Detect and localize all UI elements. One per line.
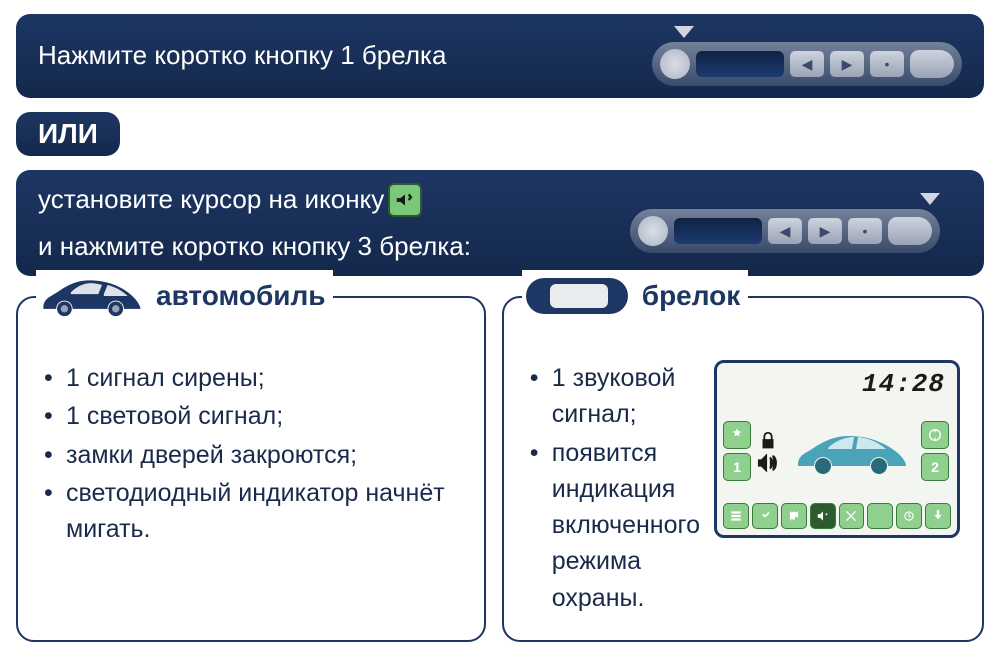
pointer-down-icon [674,26,694,38]
list-item: появится индикация включенного режима ох… [530,435,700,616]
lcd-bottom-icon [781,503,807,529]
remote-diagram-2: ◀ ▶ • [630,193,962,253]
remote-button-end [910,50,954,78]
lcd-time: 14:28 [723,369,951,399]
remote-fob-illustration: ◀ ▶ • [652,42,962,86]
card-title-keyfob: брелок [642,280,741,312]
lcd-icon-num1: 1 [723,453,751,481]
remote-button-right: ▶ [808,218,842,244]
lcd-icon-num2: 2 [921,453,949,481]
car-icon [36,270,146,322]
remote-button-1 [660,49,690,79]
pointer-down-icon [920,193,940,205]
remote-button-right: ▶ [830,51,864,77]
remote-lcd-slot [696,51,784,77]
card-title-automobile: автомобиль [156,280,325,312]
remote-fob-illustration: ◀ ▶ • [630,209,940,253]
card-automobile: автомобиль 1 сигнал сирены; 1 световой с… [16,296,486,642]
or-separator: ИЛИ [16,112,120,156]
bar2-line2: и нажмите коротко кнопку 3 брелка: [38,229,471,264]
bar2-line1a: установите курсор на иконку [38,182,384,217]
lcd-bottom-icon [752,503,778,529]
lcd-bottom-icon [896,503,922,529]
lcd-bottom-icon-active [810,503,836,529]
list-item: 1 сигнал сирены; [44,360,462,396]
remote-lcd-slot [674,218,762,244]
lcd-car-graphic [787,424,917,479]
keyfob-icon [522,270,632,322]
list-item: светодиодный индикатор начнёт мигать. [44,475,462,548]
instruction-bar-2: установите курсор на иконку и нажмите ко… [16,170,984,276]
lcd-icon-engine [921,421,949,449]
remote-button-dot: • [870,51,904,77]
fob-list: 1 звуковой сигнал; появится индикация вк… [526,360,700,616]
instruction-bar-1: Нажмите коротко кнопку 1 брелка ◀ ▶ • [16,14,984,98]
lcd-mid-row: 1 [723,403,951,499]
bar1-text: Нажмите коротко кнопку 1 брелка [38,38,446,73]
card-keyfob: брелок 1 звуковой сигнал; появится индик… [502,296,984,642]
bar2-text: установите курсор на иконку и нажмите ко… [38,182,630,264]
car-list: 1 сигнал сирены; 1 световой сигнал; замк… [40,360,462,547]
card-head-keyfob: брелок [522,270,749,322]
lcd-bottom-icon [867,503,893,529]
remote-button-end [888,217,932,245]
lcd-lock-horn [757,430,779,472]
lcd-bottom-icon [723,503,749,529]
list-item: 1 световой сигнал; [44,398,462,434]
lcd-bottom-row [723,503,951,529]
card-head-automobile: автомобиль [36,270,333,322]
horn-icon [757,454,779,472]
lock-icon [757,430,779,452]
list-item: замки дверей закроются; [44,437,462,473]
lcd-screen: 14:28 1 [714,360,960,538]
lcd-icon-alarm [723,421,751,449]
list-item: 1 звуковой сигнал; [530,360,700,433]
lcd-bottom-icon [839,503,865,529]
cursor-horn-icon [388,183,422,217]
result-columns: автомобиль 1 сигнал сирены; 1 световой с… [16,296,984,642]
remote-button-left: ◀ [790,51,824,77]
remote-diagram-1: ◀ ▶ • [652,26,962,86]
remote-button-dot: • [848,218,882,244]
remote-button-left: ◀ [768,218,802,244]
remote-button-1 [638,216,668,246]
lcd-bottom-icon [925,503,951,529]
